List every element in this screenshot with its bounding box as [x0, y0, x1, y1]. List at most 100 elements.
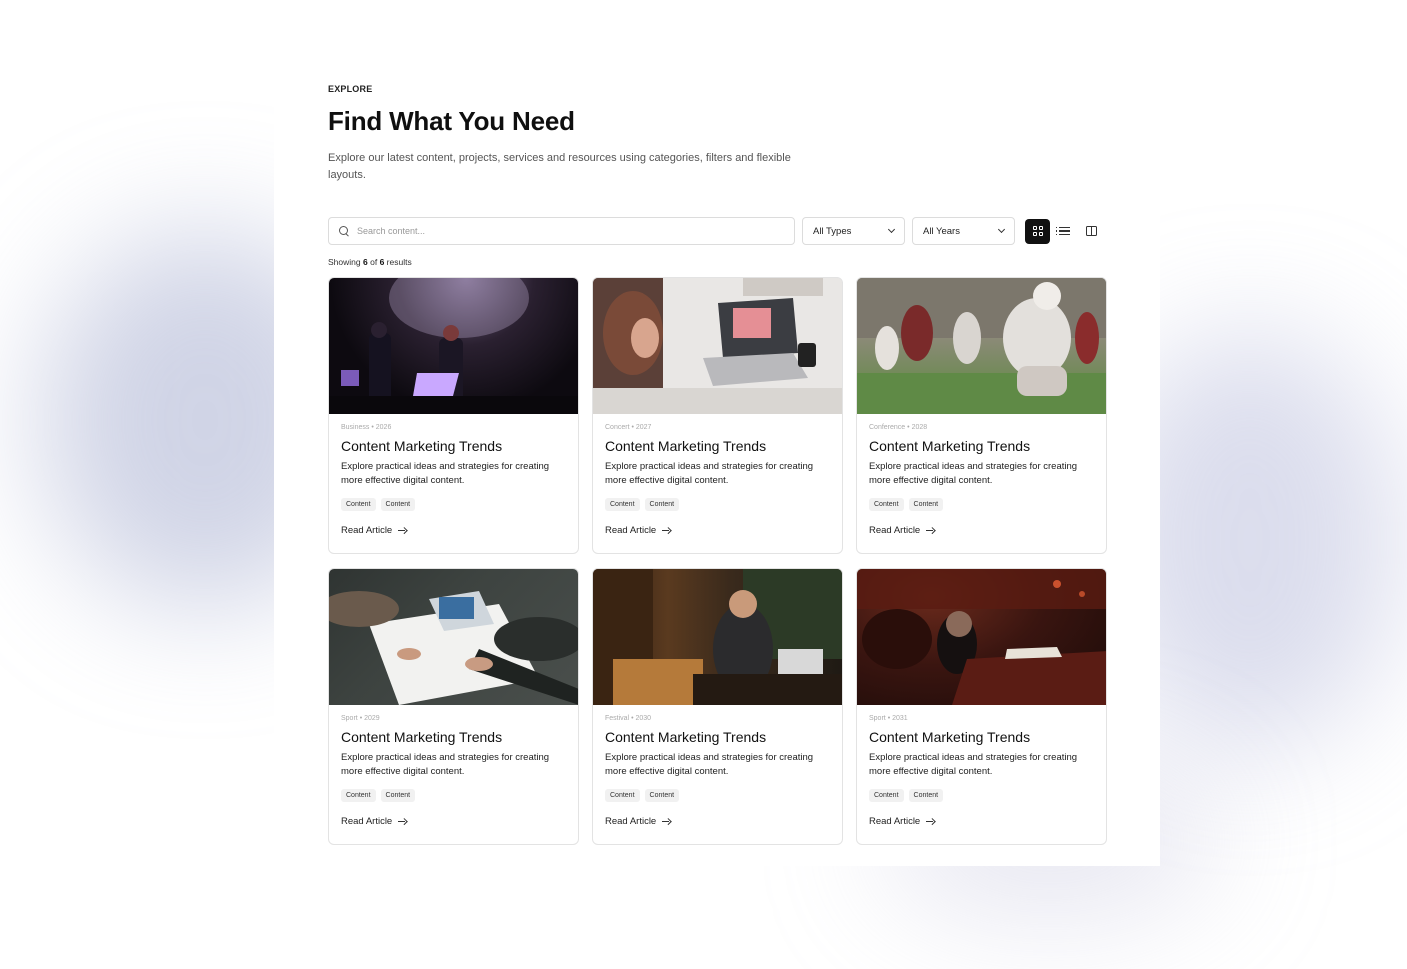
concert-performers-photo	[329, 278, 578, 414]
card-tags: Content Content	[869, 498, 1094, 511]
card-title: Content Marketing Trends	[341, 438, 503, 454]
card-photo	[593, 278, 842, 414]
search-box[interactable]	[328, 217, 795, 245]
eyebrow-label: EXPLORE	[328, 84, 373, 94]
card-photo	[329, 591, 578, 705]
page-title: Find What You Need	[328, 106, 575, 136]
year-filter-value: All Years	[923, 225, 960, 237]
tag[interactable]: Content	[869, 789, 904, 802]
results-shown: 6	[362, 257, 368, 267]
view-toggle-group	[1025, 218, 1104, 244]
content-card[interactable]: Festival • 2030 Content Marketing Trends…	[592, 568, 843, 845]
chevron-down-icon	[887, 225, 896, 234]
man-working-laptop-cafe-photo	[593, 569, 842, 705]
arrow-right-icon	[926, 528, 934, 534]
results-prefix: Showing	[328, 257, 361, 267]
card-description: Explore practical ideas and strategies f…	[341, 461, 550, 486]
tag[interactable]: Content	[341, 498, 376, 511]
explore-panel: EXPLORE Find What You Need Explore our l…	[274, 48, 1160, 866]
year-filter-select[interactable]: All Years	[912, 217, 1015, 245]
tag[interactable]: Content	[605, 789, 640, 802]
man-in-theater-photo	[857, 569, 1106, 705]
tag[interactable]: Content	[380, 789, 416, 802]
card-title: Content Marketing Trends	[869, 438, 1031, 454]
read-article-link[interactable]: Read Article	[605, 525, 830, 536]
card-meta: Sport • 2031	[869, 715, 908, 722]
results-count: Showing 6 of 6 results	[328, 257, 1106, 267]
card-description: Explore practical ideas and strategies f…	[341, 752, 550, 777]
team-pointing-at-documents-photo	[329, 569, 578, 705]
card-meta: Sport • 2029	[341, 715, 380, 722]
tag[interactable]: Content	[908, 789, 944, 802]
search-icon	[339, 226, 349, 236]
arrow-right-icon	[398, 528, 406, 534]
type-filter-value: All Types	[813, 225, 852, 237]
card-photo	[857, 569, 1106, 705]
card-meta: Festival • 2030	[605, 715, 652, 722]
card-photo	[329, 278, 578, 414]
card-tags: Content Content	[869, 789, 1094, 802]
list-view-button[interactable]	[1052, 219, 1077, 244]
split-view-icon	[1086, 226, 1097, 236]
read-article-label: Read Article	[605, 816, 657, 827]
read-article-link[interactable]: Read Article	[605, 816, 830, 827]
football-players-photo	[857, 278, 1106, 414]
card-tags: Content Content	[341, 498, 566, 511]
card-title: Content Marketing Trends	[869, 729, 1031, 745]
read-article-link[interactable]: Read Article	[341, 525, 566, 536]
arrow-right-icon	[926, 819, 934, 825]
read-article-label: Read Article	[869, 525, 921, 536]
search-input[interactable]	[357, 226, 777, 236]
results-suffix: results	[386, 257, 412, 267]
card-description: Explore practical ideas and strategies f…	[869, 752, 1078, 777]
card-photo	[857, 278, 1106, 414]
grid-view-button[interactable]	[1025, 218, 1050, 244]
read-article-label: Read Article	[605, 525, 657, 536]
tag[interactable]: Content	[644, 789, 680, 802]
content-card[interactable]: Concert • 2027 Content Marketing Trends …	[592, 277, 843, 554]
filter-toolbar: All Types All Years	[328, 217, 1106, 245]
type-filter-select[interactable]: All Types	[802, 217, 905, 245]
content-card[interactable]: Business • 2026 Content Marketing Trends…	[328, 277, 579, 554]
card-grid: Business • 2026 Content Marketing Trends…	[328, 277, 1107, 845]
tag[interactable]: Content	[341, 789, 376, 802]
card-meta: Conference • 2028	[869, 424, 928, 431]
card-tags: Content Content	[605, 789, 830, 802]
arrow-right-icon	[662, 528, 670, 534]
card-title: Content Marketing Trends	[341, 729, 503, 745]
tag[interactable]: Content	[908, 498, 944, 511]
read-article-link[interactable]: Read Article	[341, 816, 566, 827]
read-article-label: Read Article	[341, 525, 393, 536]
content-card[interactable]: Sport • 2031 Content Marketing Trends Ex…	[856, 568, 1107, 845]
explore-content: EXPLORE Find What You Need Explore our l…	[328, 84, 1107, 845]
arrow-right-icon	[398, 819, 406, 825]
arrow-right-icon	[662, 819, 670, 825]
tag[interactable]: Content	[644, 498, 680, 511]
card-photo	[593, 569, 842, 705]
tag[interactable]: Content	[380, 498, 416, 511]
grid-view-icon	[1032, 226, 1043, 236]
card-title: Content Marketing Trends	[605, 438, 767, 454]
content-card[interactable]: Conference • 2028 Content Marketing Tren…	[856, 277, 1107, 554]
results-of: of	[370, 257, 378, 267]
card-description: Explore practical ideas and strategies f…	[605, 752, 814, 777]
read-article-label: Read Article	[869, 816, 921, 827]
card-description: Explore practical ideas and strategies f…	[869, 461, 1078, 486]
read-article-link[interactable]: Read Article	[869, 816, 1094, 827]
card-description: Explore practical ideas and strategies f…	[605, 461, 814, 486]
card-meta: Concert • 2027	[605, 424, 652, 431]
read-article-link[interactable]: Read Article	[869, 525, 1094, 536]
woman-laptop-meeting-photo	[593, 278, 842, 414]
chevron-down-icon	[997, 225, 1006, 234]
split-view-button[interactable]	[1079, 219, 1104, 244]
read-article-label: Read Article	[341, 816, 393, 827]
results-total: 6	[379, 257, 385, 267]
list-view-icon	[1056, 226, 1070, 236]
tag[interactable]: Content	[869, 498, 904, 511]
card-tags: Content Content	[605, 498, 830, 511]
tag[interactable]: Content	[605, 498, 640, 511]
card-title: Content Marketing Trends	[605, 729, 767, 745]
content-card[interactable]: Sport • 2029 Content Marketing Trends Ex…	[328, 568, 579, 845]
card-meta: Business • 2026	[341, 424, 392, 431]
card-tags: Content Content	[341, 789, 566, 802]
